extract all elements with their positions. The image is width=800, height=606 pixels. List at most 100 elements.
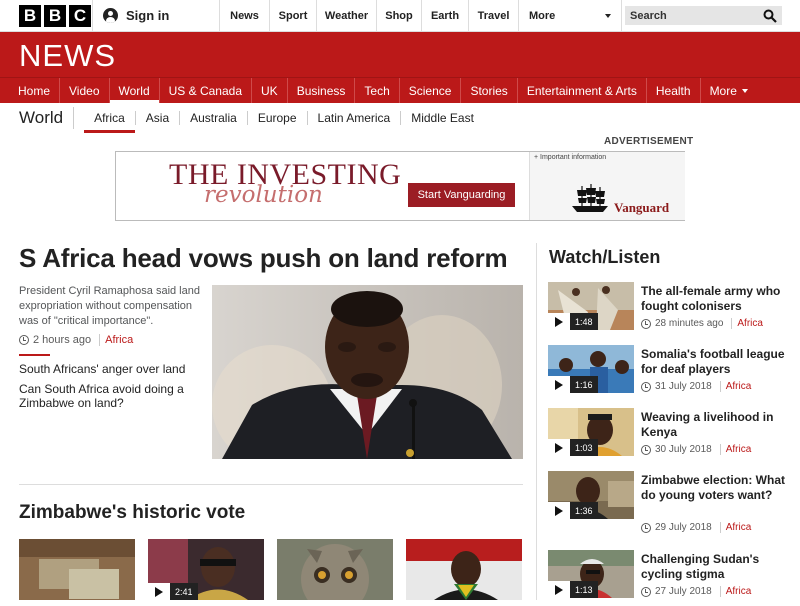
search-icon[interactable]: [763, 9, 777, 23]
main-nav-health[interactable]: Health: [647, 78, 701, 103]
watch-item-1[interactable]: 1:48 The all-female army who fought colo…: [548, 282, 788, 338]
watch-thumbnail[interactable]: 1:13: [548, 550, 634, 598]
watch-item-tag[interactable]: Africa: [719, 381, 751, 392]
top-nav-travel[interactable]: Travel: [469, 0, 519, 31]
story-thumbnail-3[interactable]: [277, 539, 393, 600]
clock-icon: [641, 522, 651, 533]
main-nav-us-canada[interactable]: US & Canada: [160, 78, 253, 103]
advert-banner[interactable]: THE INVESTING revolution Start Vanguardi…: [115, 151, 685, 221]
video-duration: 1:13: [570, 581, 598, 598]
main-nav-uk[interactable]: UK: [252, 78, 288, 103]
divider: [19, 354, 50, 356]
watch-item-tag[interactable]: Africa: [719, 522, 751, 533]
video-indicator: 1:03: [548, 439, 598, 456]
watch-item-tag[interactable]: Africa: [719, 444, 751, 455]
play-icon[interactable]: [548, 502, 570, 519]
top-nav-more[interactable]: More: [519, 0, 622, 31]
video-indicator: 1:16: [548, 376, 598, 393]
watch-thumbnail[interactable]: 1:48: [548, 282, 634, 330]
section-thumbnails: 2:41: [19, 539, 522, 600]
watch-thumbnail[interactable]: 1:36: [548, 471, 634, 519]
main-more-label: More: [709, 83, 737, 98]
watch-item-title[interactable]: Somalia's football league for deaf playe…: [641, 347, 788, 377]
play-icon[interactable]: [548, 376, 570, 393]
account-icon: [103, 8, 118, 23]
news-logo[interactable]: NEWS: [19, 38, 116, 74]
section-title[interactable]: World: [19, 106, 75, 129]
main-nav-world[interactable]: World: [109, 78, 160, 104]
top-nav-earth[interactable]: Earth: [422, 0, 469, 31]
play-icon[interactable]: [148, 583, 170, 600]
watch-item-time: 27 July 2018: [655, 586, 712, 597]
clock-icon: [19, 335, 29, 345]
divider: [19, 484, 523, 485]
main-nav-entertainment[interactable]: Entertainment & Arts: [518, 78, 647, 103]
watch-listen-heading[interactable]: Watch/Listen: [549, 247, 660, 268]
watch-thumbnail[interactable]: 1:16: [548, 345, 634, 393]
watch-item-5[interactable]: 1:13 Challenging Sudan's cycling stigma …: [548, 550, 788, 606]
top-story-tag[interactable]: Africa: [99, 334, 133, 346]
logo-letter-c: C: [69, 4, 91, 27]
sub-nav-australia[interactable]: Australia: [180, 110, 248, 125]
top-nav-sport[interactable]: Sport: [270, 0, 317, 31]
watch-item-2[interactable]: 1:16 Somalia's football league for deaf …: [548, 345, 788, 401]
advert-label: ADVERTISEMENT: [604, 136, 694, 147]
main-nav-home[interactable]: Home: [9, 78, 61, 103]
chevron-down-icon: [741, 88, 748, 93]
watch-thumbnail[interactable]: 1:03: [548, 408, 634, 456]
video-duration: 1:36: [570, 502, 598, 519]
top-story-image[interactable]: [212, 285, 523, 459]
top-nav-news[interactable]: News: [220, 0, 270, 31]
search-box[interactable]: Search: [625, 6, 782, 25]
watch-item-title[interactable]: The all-female army who fought coloniser…: [641, 284, 788, 314]
related-link-1[interactable]: South Africans' anger over land: [19, 362, 185, 376]
sub-nav-asia[interactable]: Asia: [136, 110, 181, 125]
sub-nav-europe[interactable]: Europe: [248, 110, 308, 125]
video-indicator: 1:36: [548, 502, 598, 519]
top-story-headline[interactable]: S Africa head vows push on land reform: [19, 243, 508, 274]
video-duration: 1:48: [570, 313, 598, 330]
signin-label: Sign in: [126, 8, 170, 23]
clock-icon: [641, 586, 651, 597]
clock-icon: [641, 318, 651, 329]
signin-link[interactable]: Sign in: [93, 0, 220, 31]
advert-info-link[interactable]: + Important information: [534, 154, 606, 161]
play-icon[interactable]: [548, 439, 570, 456]
main-nav-business[interactable]: Business: [288, 78, 356, 103]
main-nav-more[interactable]: More: [701, 78, 757, 103]
bbc-logo[interactable]: B B C: [0, 0, 93, 31]
video-duration: 2:41: [170, 583, 198, 600]
watch-item-time: 28 minutes ago: [655, 318, 724, 329]
video-indicator: 1:48: [548, 313, 598, 330]
sub-nav-latin-america[interactable]: Latin America: [308, 110, 402, 125]
logo-letter-b2: B: [44, 4, 66, 27]
sub-nav-middle-east[interactable]: Middle East: [401, 111, 484, 125]
watch-item-meta: 27 July 2018 Africa: [641, 586, 751, 597]
main-nav-tech[interactable]: Tech: [355, 78, 400, 103]
watch-item-4[interactable]: 1:36 Zimbabwe election: What do young vo…: [548, 471, 788, 533]
play-icon[interactable]: [548, 581, 570, 598]
clock-icon: [641, 444, 651, 455]
top-nav-shop[interactable]: Shop: [377, 0, 422, 31]
top-nav-weather[interactable]: Weather: [317, 0, 377, 31]
sub-nav: World Africa Asia Australia Europe Latin…: [19, 103, 781, 133]
watch-item-tag[interactable]: Africa: [731, 318, 763, 329]
watch-item-tag[interactable]: Africa: [719, 586, 751, 597]
watch-item-time: 31 July 2018: [655, 381, 712, 392]
watch-item-title[interactable]: Weaving a livelihood in Kenya: [641, 410, 788, 440]
story-thumbnail-2[interactable]: 2:41: [148, 539, 264, 600]
watch-item-3[interactable]: 1:03 Weaving a livelihood in Kenya 30 Ju…: [548, 408, 788, 464]
news-masthead: NEWS: [0, 32, 800, 77]
watch-item-title[interactable]: Zimbabwe election: What do young voters …: [641, 473, 788, 503]
main-nav-stories[interactable]: Stories: [461, 78, 518, 103]
advert-cta-button[interactable]: Start Vanguarding: [408, 183, 515, 207]
story-thumbnail-4[interactable]: [406, 539, 522, 600]
sub-nav-africa[interactable]: Africa: [84, 110, 136, 133]
story-thumbnail-1[interactable]: [19, 539, 135, 600]
main-nav-science[interactable]: Science: [400, 78, 462, 103]
related-link-2[interactable]: Can South Africa avoid doing a Zimbabwe …: [19, 382, 199, 410]
section-heading[interactable]: Zimbabwe's historic vote: [19, 502, 245, 524]
watch-item-title[interactable]: Challenging Sudan's cycling stigma: [641, 552, 788, 582]
main-nav-video[interactable]: Video: [60, 78, 110, 103]
play-icon[interactable]: [548, 313, 570, 330]
